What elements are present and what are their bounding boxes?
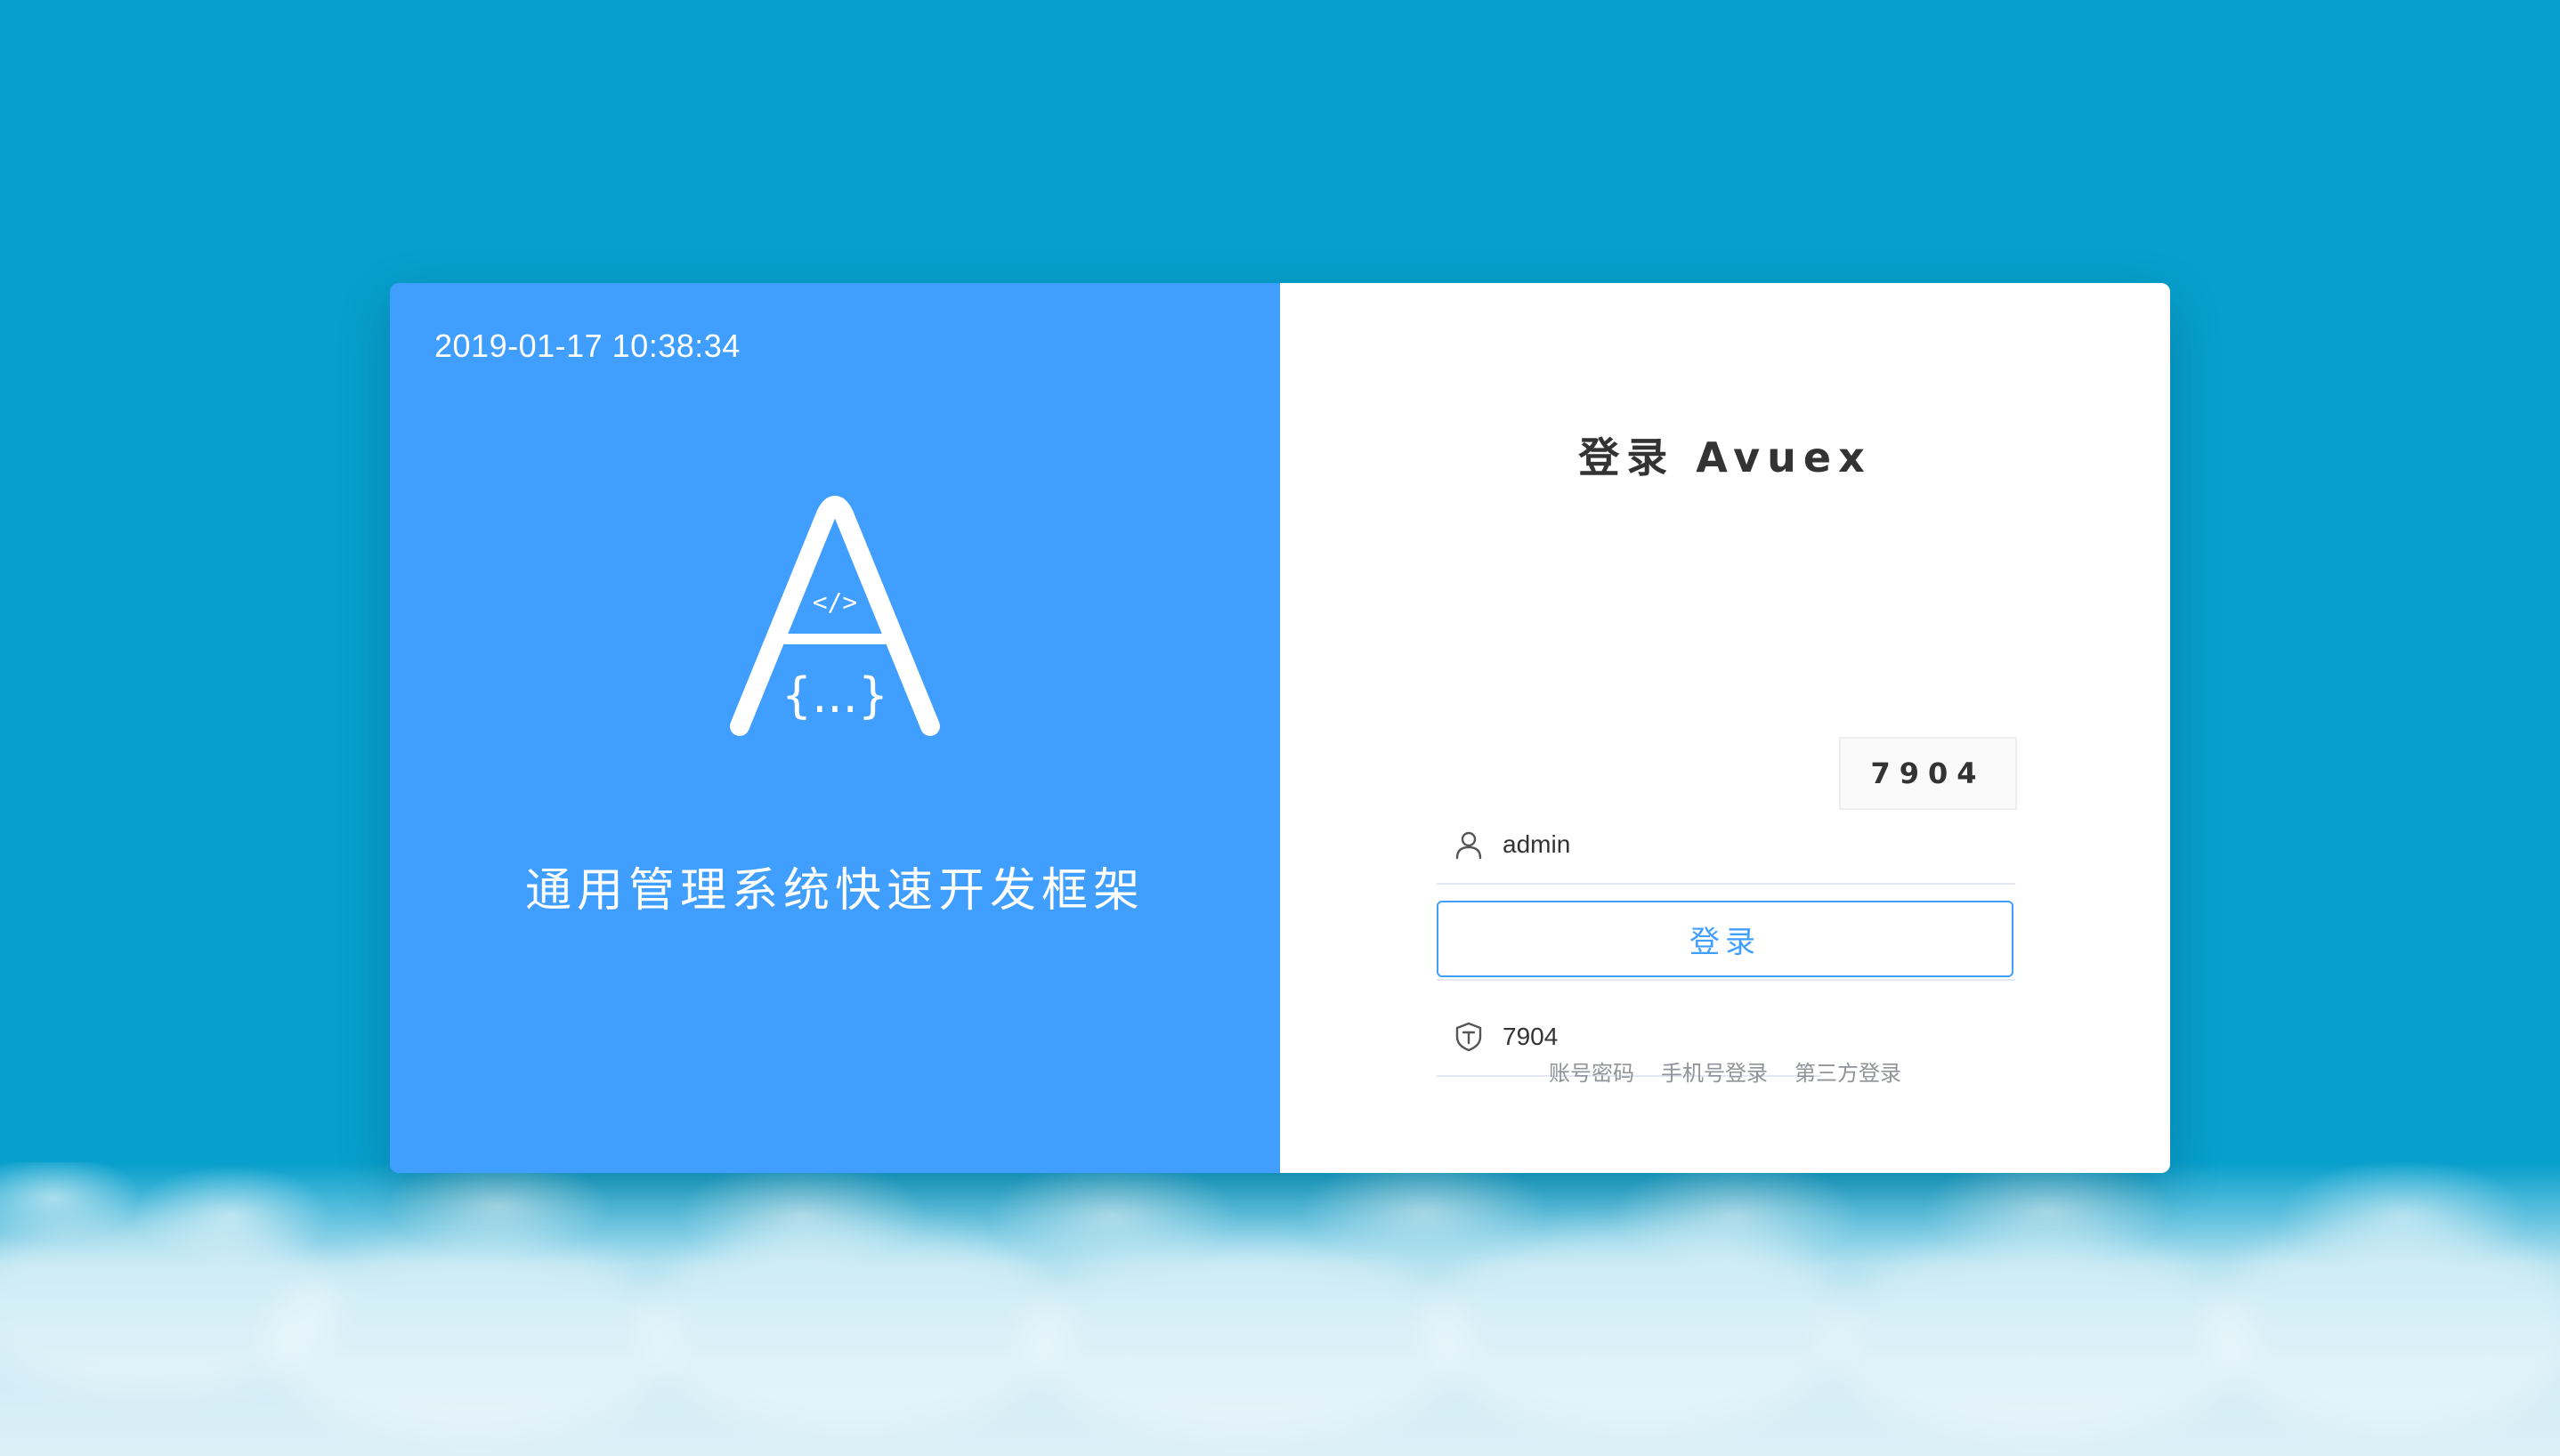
brand-panel: 2019-01-17 10:38:34 </> {...} 通用管理系统快速开发… (390, 283, 1280, 1173)
captcha-image[interactable]: 7904 (1839, 737, 2017, 810)
username-field[interactable]: admin (1437, 806, 2015, 885)
datetime-display: 2019-01-17 10:38:34 (434, 328, 741, 364)
logo-braces: {...} (782, 667, 888, 724)
link-third-party-login[interactable]: 第三方登录 (1794, 1056, 1901, 1087)
avuex-logo: </> {...} (730, 496, 940, 736)
login-method-links: 账号密码 手机号登录 第三方登录 (1280, 1056, 2170, 1087)
cloud-background (0, 1162, 2560, 1456)
login-card: 2019-01-17 10:38:34 </> {...} 通用管理系统快速开发… (390, 283, 2170, 1173)
captcha-value: 7904 (1503, 1023, 1559, 1050)
login-button[interactable]: 登录 (1437, 901, 2013, 977)
logo-code-tag: </> (813, 587, 858, 617)
user-icon (1455, 831, 1482, 860)
login-title: 登录 Avuex (1578, 433, 1872, 481)
link-account-password[interactable]: 账号密码 (1549, 1056, 1634, 1087)
link-phone-login[interactable]: 手机号登录 (1661, 1056, 1768, 1087)
username-value: admin (1503, 830, 1571, 858)
login-panel: 登录 Avuex admin •••••• (1280, 283, 2170, 1173)
slogan: 通用管理系统快速开发框架 (524, 864, 1145, 918)
shield-icon (1455, 1022, 1482, 1052)
